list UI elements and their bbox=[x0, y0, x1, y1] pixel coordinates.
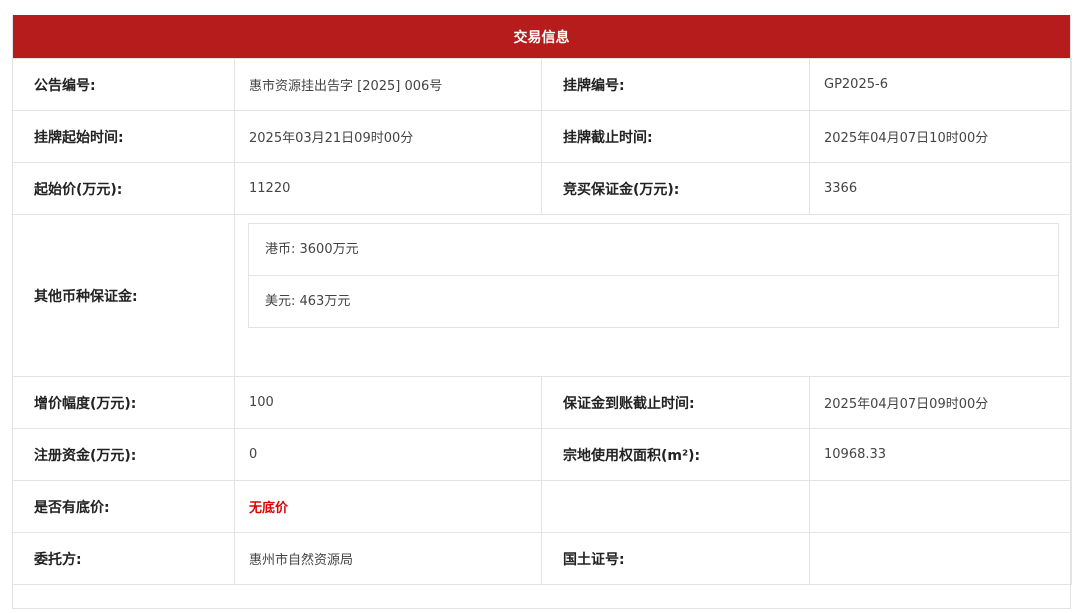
value-empty bbox=[809, 480, 1072, 533]
table-row-client: 委托方: 惠州市自然资源局 国土证号: bbox=[12, 532, 1072, 585]
value-client: 惠州市自然资源局 bbox=[234, 532, 542, 585]
label-increment: 增价幅度(万元): bbox=[12, 376, 235, 429]
panel-header: 交易信息 bbox=[13, 15, 1070, 58]
label-start-price: 起始价(万元): bbox=[12, 162, 235, 215]
panel-title: 交易信息 bbox=[513, 29, 570, 46]
label-land-cert-no: 国土证号: bbox=[541, 532, 810, 585]
label-reserve-price: 是否有底价: bbox=[12, 480, 235, 533]
value-listing-end: 2025年04月07日10时00分 bbox=[809, 110, 1072, 163]
label-deposit: 竞买保证金(万元): bbox=[541, 162, 810, 215]
label-other-currency-deposit: 其他币种保证金: bbox=[12, 214, 235, 377]
value-increment: 100 bbox=[234, 376, 542, 429]
value-registered-capital: 0 bbox=[234, 428, 542, 481]
label-listing-start: 挂牌起始时间: bbox=[12, 110, 235, 163]
transaction-info-panel: 交易信息 公告编号: 惠市资源挂出告字 [2025] 006号 挂牌编号: GP… bbox=[12, 15, 1072, 609]
value-listing-start: 2025年03月21日09时00分 bbox=[234, 110, 542, 163]
value-land-area: 10968.33 bbox=[809, 428, 1072, 481]
value-deposit-deadline: 2025年04月07日09时00分 bbox=[809, 376, 1072, 429]
other-currency-cell: 港币: 3600万元 美元: 463万元 bbox=[234, 214, 1072, 377]
label-empty bbox=[541, 480, 810, 533]
table-row-announcement: 公告编号: 惠市资源挂出告字 [2025] 006号 挂牌编号: GP2025-… bbox=[12, 58, 1072, 111]
label-listing-end: 挂牌截止时间: bbox=[541, 110, 810, 163]
table-row-listing-time: 挂牌起始时间: 2025年03月21日09时00分 挂牌截止时间: 2025年0… bbox=[12, 110, 1072, 163]
label-client: 委托方: bbox=[12, 532, 235, 585]
currency-list: 港币: 3600万元 美元: 463万元 bbox=[248, 223, 1059, 328]
table-row-capital: 注册资金(万元): 0 宗地使用权面积(m²): 10968.33 bbox=[12, 428, 1072, 481]
list-item-hkd: 港币: 3600万元 bbox=[265, 242, 359, 257]
value-listing-no: GP2025-6 bbox=[809, 58, 1072, 111]
table-row-reserve: 是否有底价: 无底价 bbox=[12, 480, 1072, 533]
transaction-table: 公告编号: 惠市资源挂出告字 [2025] 006号 挂牌编号: GP2025-… bbox=[12, 58, 1072, 585]
list-item-usd: 美元: 463万元 bbox=[249, 275, 1058, 327]
value-land-cert-no bbox=[809, 532, 1072, 585]
value-announcement-no: 惠市资源挂出告字 [2025] 006号 bbox=[234, 58, 542, 111]
table-row-increment: 增价幅度(万元): 100 保证金到账截止时间: 2025年04月07日09时0… bbox=[12, 376, 1072, 429]
table-row-other-currency: 其他币种保证金: 港币: 3600万元 美元: 463万元 bbox=[12, 214, 1072, 377]
label-land-area: 宗地使用权面积(m²): bbox=[541, 428, 810, 481]
label-deposit-deadline: 保证金到账截止时间: bbox=[541, 376, 810, 429]
value-start-price: 11220 bbox=[234, 162, 542, 215]
label-listing-no: 挂牌编号: bbox=[541, 58, 810, 111]
label-registered-capital: 注册资金(万元): bbox=[12, 428, 235, 481]
value-deposit: 3366 bbox=[809, 162, 1072, 215]
label-announcement-no: 公告编号: bbox=[12, 58, 235, 111]
table-row-price: 起始价(万元): 11220 竞买保证金(万元): 3366 bbox=[12, 162, 1072, 215]
value-reserve-price: 无底价 bbox=[249, 501, 289, 516]
